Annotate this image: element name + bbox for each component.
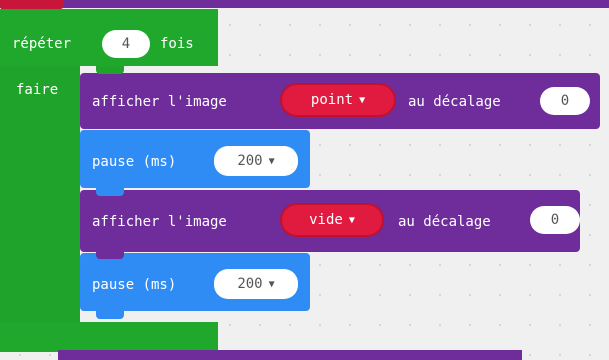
block-notch <box>96 311 124 319</box>
caret-down-icon: ▼ <box>268 156 275 167</box>
caret-down-icon: ▼ <box>268 279 275 290</box>
show-image-label: afficher l'image <box>92 214 227 230</box>
caret-down-icon: ▼ <box>359 95 366 106</box>
show-image-label: afficher l'image <box>92 94 227 110</box>
image-dropdown-value: vide <box>309 212 343 228</box>
image-dropdown[interactable]: vide ▼ <box>280 203 384 237</box>
repeat-label: répéter <box>12 36 72 52</box>
next-block-edge[interactable] <box>58 350 522 360</box>
caret-down-icon: ▼ <box>348 215 355 226</box>
pause-duration-dropdown[interactable]: 200 ▼ <box>214 146 298 176</box>
pause-label: pause (ms) <box>92 154 177 170</box>
do-label: faire <box>16 82 59 98</box>
previous-block-edge[interactable] <box>0 0 609 8</box>
offset-label: au décalage <box>398 214 491 230</box>
repeat-block-body <box>0 66 80 322</box>
block-notch <box>96 251 124 259</box>
offset-input[interactable]: 0 <box>540 87 590 115</box>
block-notch <box>96 66 124 74</box>
pause-label: pause (ms) <box>92 277 177 293</box>
repeat-count-input[interactable]: 4 <box>102 30 150 58</box>
repeat-block-footer <box>0 322 218 352</box>
times-label: fois <box>160 36 194 52</box>
image-dropdown[interactable]: point ▼ <box>280 83 396 117</box>
pause-duration-dropdown[interactable]: 200 ▼ <box>214 269 298 299</box>
pause-duration-value: 200 <box>237 153 263 169</box>
image-dropdown-value: point <box>310 92 354 108</box>
offset-input[interactable]: 0 <box>530 206 580 234</box>
block-notch <box>96 188 124 196</box>
offset-label: au décalage <box>408 94 501 110</box>
pause-duration-value: 200 <box>237 276 263 292</box>
